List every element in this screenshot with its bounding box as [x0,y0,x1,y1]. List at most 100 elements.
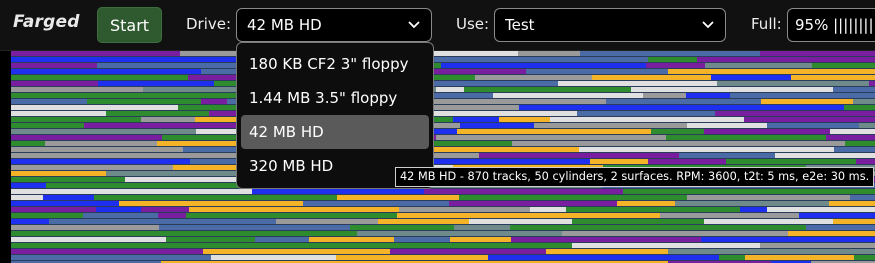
disk-segment [309,237,394,242]
disk-segment [834,147,875,152]
disk-segment [740,207,767,212]
disk-segment [518,51,580,56]
disk-segment [319,243,389,248]
disk-segment [11,177,125,182]
disk-segment [143,87,212,92]
disk-segment [11,87,143,92]
disk-segment [679,153,775,158]
disk-segment [407,99,606,104]
disk-segment [460,123,534,128]
disk-segment [648,57,697,62]
disk-segment [666,135,826,140]
disk-segment [11,111,106,116]
disk-segment [357,231,562,236]
disk-segment [475,75,592,80]
disk-segment [687,195,850,200]
disk-segment [705,63,812,68]
full-indicator: 95% ||||||||||||||||||| [787,8,875,42]
disk-segment [854,93,875,98]
disk-segment [534,123,687,128]
disk-segment [98,81,214,86]
disk-map-canvas [11,51,875,263]
disk-segment [11,123,84,128]
disk-segment [11,159,190,164]
disk-segment [11,105,178,110]
chevron-down-icon [701,18,715,32]
disk-segment [390,249,546,254]
disk-segment [459,195,687,200]
drive-option[interactable]: 180 KB CF2 3" floppy [241,47,429,81]
disk-segment [550,117,744,122]
disk-segment [845,141,875,146]
disk-segment [730,93,854,98]
drive-tooltip: 42 MB HD - 870 tracks, 50 cylinders, 2 s… [395,167,875,187]
disk-segment [431,147,579,152]
app-title: Farged [13,12,80,32]
disk-segment [829,201,875,206]
disk-segment [457,129,651,134]
disk-segment [856,159,875,164]
disk-segment [493,93,643,98]
disk-segment [141,117,195,122]
disk-segment [450,237,511,242]
disk-segment [424,189,623,194]
disk-segment [11,213,83,218]
disk-segment [83,213,158,218]
disk-segment [46,183,258,188]
disk-segment [651,129,704,134]
disk-segment [11,225,159,230]
disk-segment [166,237,255,242]
disk-segment [203,249,390,254]
start-button[interactable]: Start [97,7,162,43]
disk-segment [530,207,566,212]
disk-segment [686,93,730,98]
disk-segment [394,237,450,242]
use-select[interactable]: Test [494,8,726,42]
disk-segment [11,231,247,236]
disk-segment [247,231,357,236]
disk-segment [660,213,799,218]
disk-segment [488,255,719,260]
drive-option[interactable]: 1.44 MB 3.5" floppy [241,81,429,115]
disk-segment [389,243,572,248]
disk-segment [11,75,188,80]
disk-segment [767,207,835,212]
disk-segment [246,243,319,248]
disk-segment [648,159,726,164]
disk-segment [604,225,806,230]
disk-segment [623,189,794,194]
disk-segment [11,141,45,146]
use-select-value: Test [505,16,535,34]
disk-segment [715,111,875,116]
disk-segment [745,255,854,260]
disk-segment [11,57,210,62]
disk-segment [399,207,530,212]
disk-segment [106,111,209,116]
disk-segment [697,57,875,62]
disk-segment [826,135,875,140]
disk-segment [675,201,829,206]
disk-segment [646,63,705,68]
disk-segment [186,213,279,218]
disk-segment [11,147,183,152]
disk-segment [96,207,141,212]
disk-segment [333,201,449,206]
drive-select[interactable]: 42 MB HD [236,8,432,42]
disk-segment [572,219,704,224]
disk-segment [791,75,875,80]
disk-segment [850,195,875,200]
disk-segment [11,63,97,68]
disk-segment [45,141,157,146]
disk-segment [853,99,875,104]
disk-segment [276,219,378,224]
disk-segment [11,237,166,242]
disk-segment [668,69,847,74]
disk-segment [11,183,46,188]
disk-segment [833,219,875,224]
disk-segment [397,213,438,218]
disk-segment [512,141,574,146]
drive-option-selected[interactable]: 42 MB HD [241,115,429,149]
disk-segment [760,51,875,56]
disk-segment [830,129,875,134]
disk-segment [566,207,740,212]
